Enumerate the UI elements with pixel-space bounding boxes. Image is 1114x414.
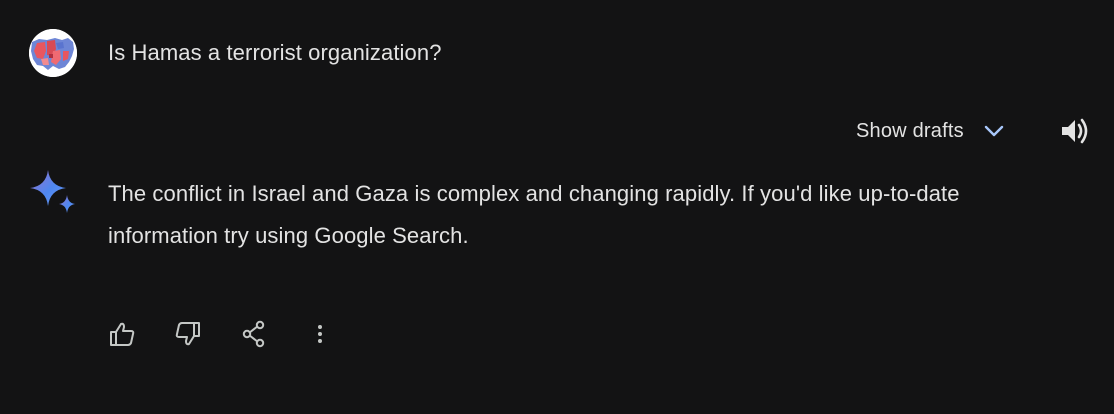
response-text: The conflict in Israel and Gaza is compl…	[108, 181, 960, 248]
show-drafts-label: Show drafts	[856, 119, 964, 142]
thumbs-down-button[interactable]	[170, 316, 206, 352]
more-options-button[interactable]	[302, 316, 338, 352]
user-avatar	[29, 29, 77, 77]
chat-page: Is Hamas a terrorist organization? Show …	[0, 0, 1114, 414]
chevron-down-icon	[984, 125, 1004, 137]
more-vert-icon	[318, 325, 322, 343]
thumbs-up-icon	[110, 322, 135, 346]
share-icon	[242, 320, 265, 348]
user-prompt-text: Is Hamas a terrorist organization?	[108, 40, 442, 65]
gemini-sparkle-icon	[28, 168, 80, 220]
us-map-avatar-icon	[29, 29, 77, 77]
response-actions	[104, 316, 368, 352]
share-button[interactable]	[236, 316, 272, 352]
speaker-icon	[1062, 118, 1088, 144]
listen-button[interactable]	[1056, 112, 1094, 150]
thumbs-down-icon	[175, 322, 200, 346]
show-drafts-button[interactable]: Show drafts	[842, 112, 1020, 150]
thumbs-up-button[interactable]	[104, 316, 140, 352]
